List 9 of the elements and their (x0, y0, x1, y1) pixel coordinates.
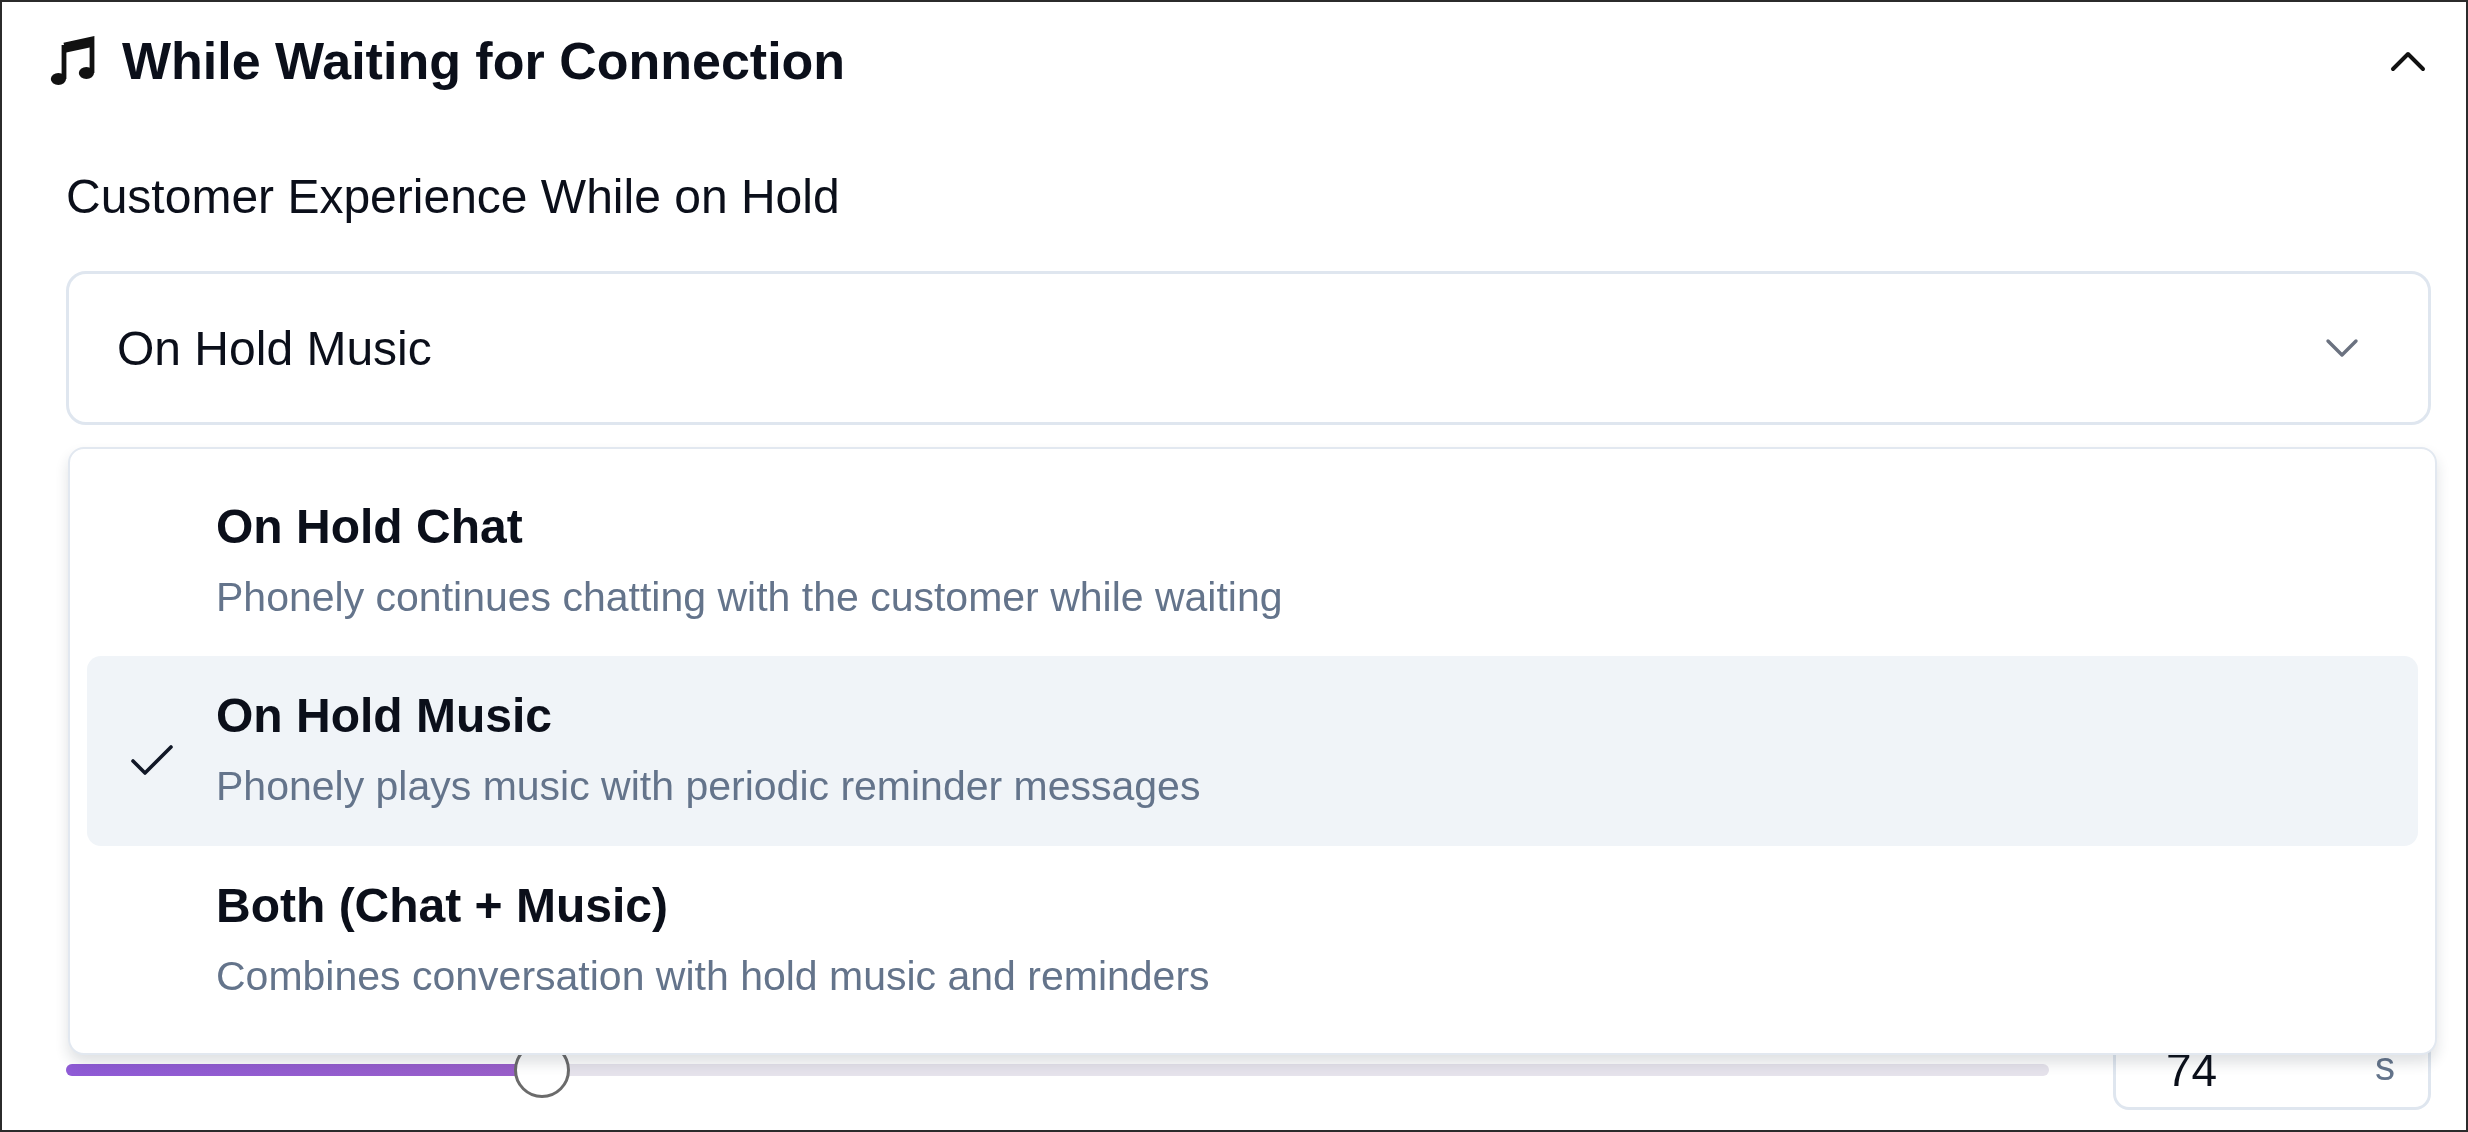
option-title: On Hold Music (216, 688, 553, 745)
option-title: Both (Chat + Music) (216, 877, 669, 934)
option-title: On Hold Chat (216, 499, 524, 555)
field-label: Customer Experience While on Hold (66, 169, 841, 225)
section-title: While Waiting for Connection (122, 31, 846, 91)
option-description: Combines conversation with hold music and reminders (216, 951, 1210, 1001)
option-description: Phonely continues chatting with the customer while waiting (216, 573, 1283, 622)
option-description: Phonely plays music with periodic reminder messages (216, 762, 1201, 812)
unit-label: s (2375, 1044, 2395, 1089)
